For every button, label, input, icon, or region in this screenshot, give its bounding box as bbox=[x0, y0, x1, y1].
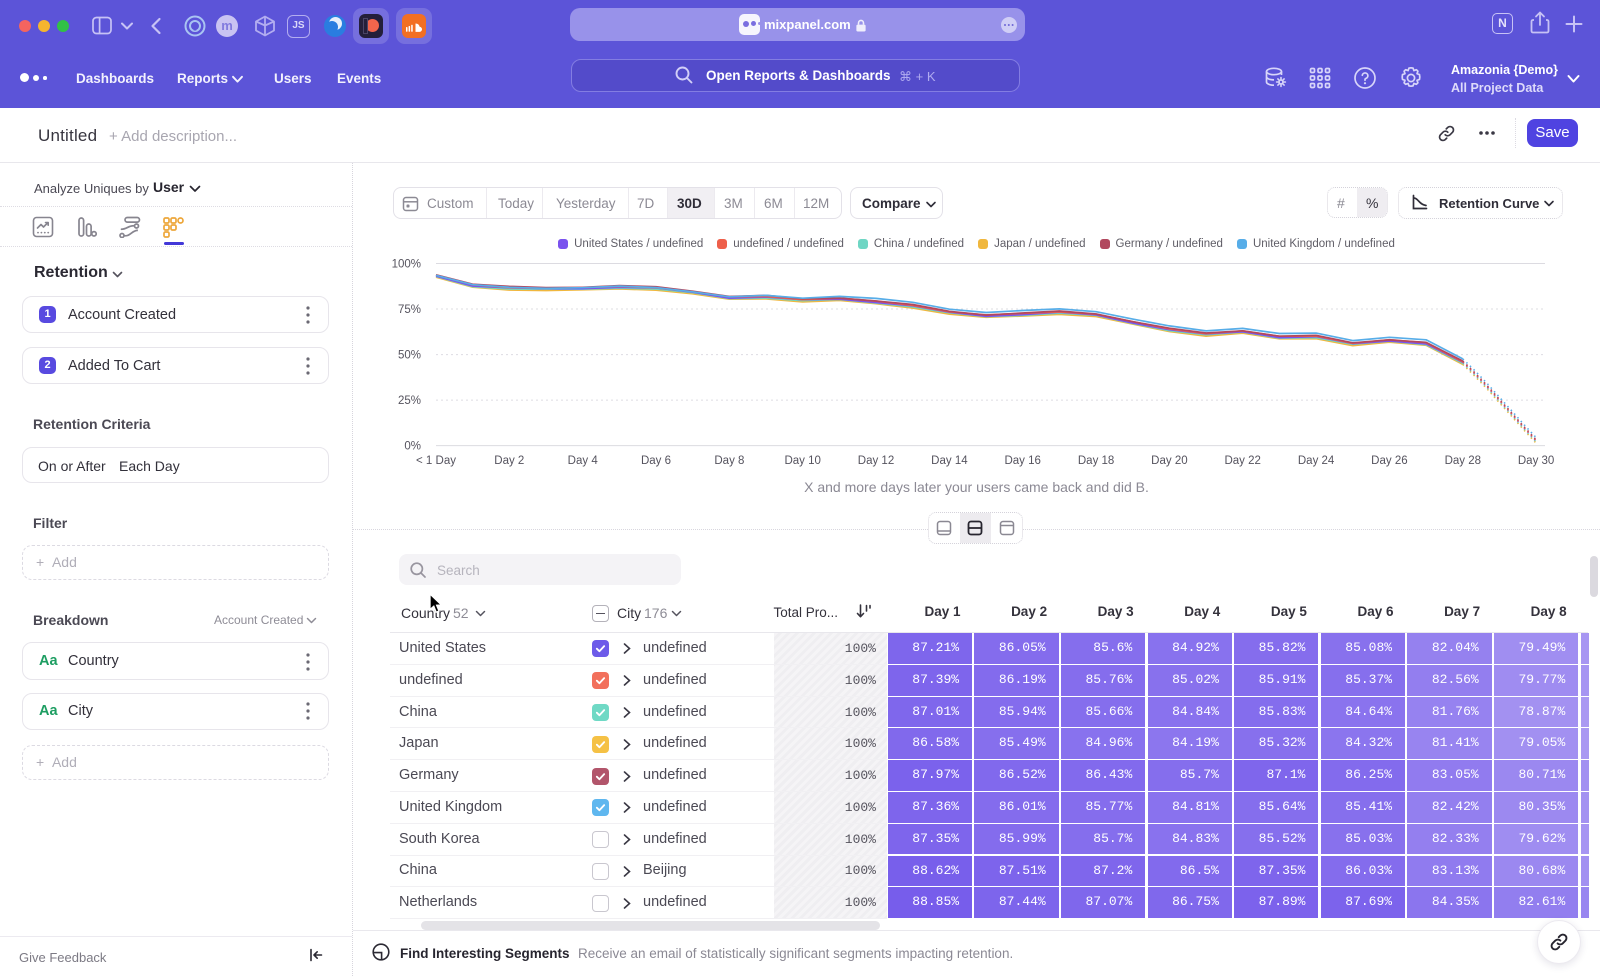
svg-text:Day 28: Day 28 bbox=[1445, 455, 1481, 467]
svg-text:75%: 75% bbox=[398, 304, 421, 316]
svg-text:Day 8: Day 8 bbox=[714, 455, 744, 467]
svg-text:Day 6: Day 6 bbox=[641, 455, 671, 467]
svg-text:Day 14: Day 14 bbox=[931, 455, 968, 467]
svg-text:Day 18: Day 18 bbox=[1078, 455, 1114, 467]
svg-text:25%: 25% bbox=[398, 395, 421, 407]
svg-text:Day 4: Day 4 bbox=[568, 455, 599, 467]
svg-text:Day 24: Day 24 bbox=[1298, 455, 1335, 467]
svg-text:Day 26: Day 26 bbox=[1371, 455, 1407, 467]
svg-text:0%: 0% bbox=[404, 441, 421, 453]
svg-text:50%: 50% bbox=[398, 350, 421, 362]
svg-text:< 1 Day: < 1 Day bbox=[416, 455, 456, 467]
svg-text:Day 22: Day 22 bbox=[1224, 455, 1260, 467]
svg-text:Day 20: Day 20 bbox=[1151, 455, 1187, 467]
svg-text:Day 30: Day 30 bbox=[1518, 455, 1554, 467]
svg-text:Day 10: Day 10 bbox=[784, 455, 820, 467]
svg-text:Day 2: Day 2 bbox=[494, 455, 524, 467]
svg-text:Day 12: Day 12 bbox=[858, 455, 894, 467]
svg-text:100%: 100% bbox=[392, 259, 421, 271]
svg-text:Day 16: Day 16 bbox=[1004, 455, 1040, 467]
